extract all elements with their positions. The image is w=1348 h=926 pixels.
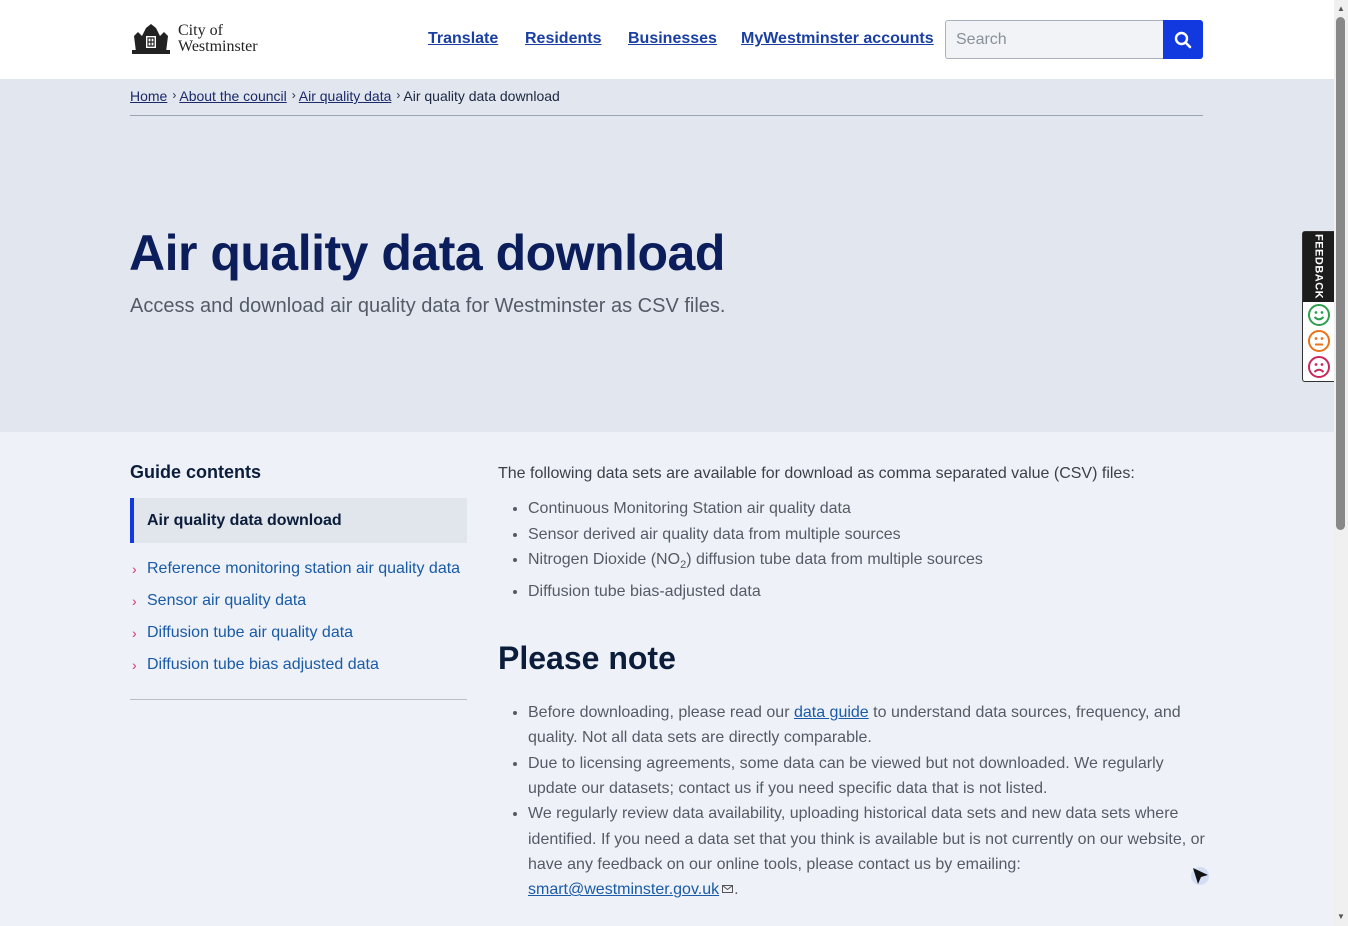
breadcrumb-air-quality-data[interactable]: Air quality data [299,88,392,104]
note-text: Before downloading, please read our [528,704,794,722]
dataset-item: Diffusion tube bias-adjusted data [528,579,1208,605]
note-text: . [734,881,739,899]
guide-item: › Reference monitoring station air qualit… [130,553,467,585]
breadcrumb-home[interactable]: Home [130,88,167,104]
vertical-scrollbar[interactable]: ▲ ▼ [1334,0,1348,926]
westminster-logo[interactable]: City of Westminster [130,22,258,56]
logo-line-1: City of [178,22,223,39]
main-content: The following data sets are available fo… [498,462,1208,903]
mail-icon [722,885,734,894]
dataset-item: Continuous Monitoring Station air qualit… [528,496,1208,522]
guide-contents: Guide contents Air quality data download… [130,462,467,700]
mouse-pointer-icon [1191,867,1209,885]
breadcrumb: Home › About the council › Air quality d… [130,88,1203,116]
guide-list: › Reference monitoring station air qualit… [130,553,467,700]
chevron-right-icon: › [132,561,137,577]
scrollbar-thumb[interactable] [1336,17,1345,530]
dataset-no2-tail: ) diffusion tube data from multiple sour… [686,551,983,568]
please-note-heading: Please note [498,640,676,677]
note-item: We regularly review data availability, u… [528,801,1208,902]
crest-icon [132,24,170,54]
guide-item: › Diffusion tube bias adjusted data [130,649,467,681]
intro-text: The following data sets are available fo… [498,465,1135,482]
logo-line-2: Westminster [178,38,258,55]
guide-item-current: Air quality data download [130,498,467,543]
guide-link-reference-monitoring[interactable]: Reference monitoring station air quality… [147,560,460,578]
chevron-right-icon: › [396,88,401,102]
chevron-right-icon: › [172,88,177,102]
chevron-right-icon: › [291,88,296,102]
guide-contents-heading: Guide contents [130,462,262,482]
nav-residents[interactable]: Residents [525,30,601,48]
dataset-item: Nitrogen Dioxide (NO2) diffusion tube da… [528,547,1208,579]
email-link[interactable]: smart@westminster.gov.uk [528,881,719,898]
guide-item: › Sensor air quality data [130,585,467,617]
happy-face-icon[interactable] [1307,303,1331,327]
search-icon [1174,31,1192,48]
sad-face-icon[interactable] [1307,355,1331,379]
chevron-right-icon: › [132,657,137,673]
chevron-right-icon: › [132,625,137,641]
data-guide-link[interactable]: data guide [794,704,869,721]
scroll-up-arrow-icon[interactable]: ▲ [1337,4,1345,13]
breadcrumb-current: Air quality data download [403,88,560,104]
search-button[interactable] [1163,20,1203,59]
feedback-widget[interactable]: FEEDBACK [1302,231,1334,382]
scroll-down-arrow-icon[interactable]: ▼ [1337,912,1345,921]
feedback-label[interactable]: FEEDBACK [1303,232,1334,302]
note-item: Due to licensing agreements, some data c… [528,751,1208,802]
page-hero: Home › About the council › Air quality d… [0,79,1334,432]
guide-link-bias-adjusted[interactable]: Diffusion tube bias adjusted data [147,656,379,674]
nav-translate[interactable]: Translate [428,30,498,48]
note-text: We regularly review data availability, u… [528,805,1205,873]
search-form [945,20,1203,59]
chevron-right-icon: › [132,593,137,609]
dataset-list: Continuous Monitoring Station air qualit… [498,496,1208,604]
nav-mywestminster-accounts[interactable]: MyWestminster accounts [741,30,934,48]
guide-link-diffusion-tube[interactable]: Diffusion tube air quality data [147,624,353,642]
breadcrumb-about-the-council[interactable]: About the council [179,88,286,104]
guide-link-sensor[interactable]: Sensor air quality data [147,592,306,610]
site-header: City of Westminster Translate Residents … [0,0,1334,79]
guide-item: › Diffusion tube air quality data [130,617,467,649]
dataset-no2-text: Nitrogen Dioxide (NO [528,551,681,568]
page-title: Air quality data download [129,225,725,281]
note-item: Before downloading, please read our data… [528,700,1208,751]
neutral-face-icon[interactable] [1307,329,1331,353]
logo-text: City of Westminster [178,23,258,55]
page-subtitle: Access and download air quality data for… [130,295,726,317]
search-input[interactable] [945,20,1163,59]
notes-list: Before downloading, please read our data… [498,700,1208,902]
dataset-item: Sensor derived air quality data from mul… [528,522,1208,548]
nav-businesses[interactable]: Businesses [628,30,717,48]
